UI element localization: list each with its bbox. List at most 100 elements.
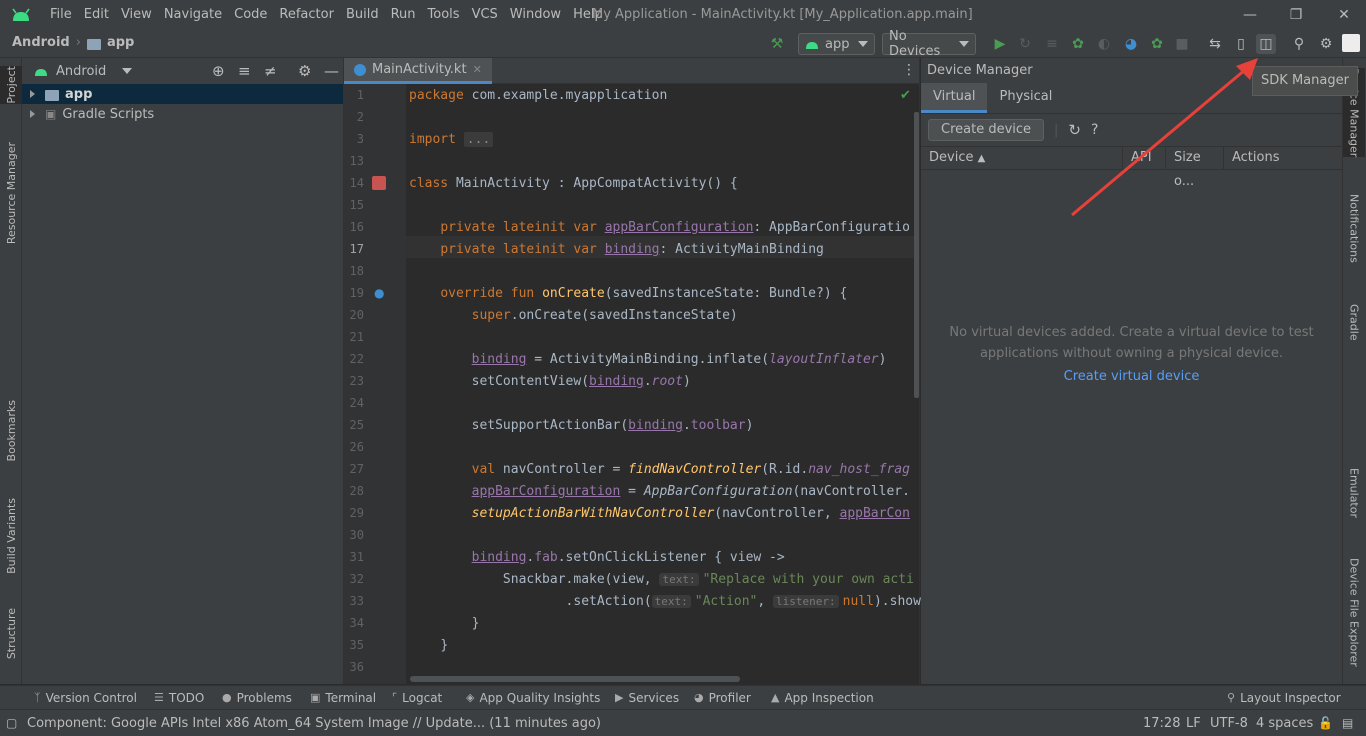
- menu-run[interactable]: Run: [385, 0, 422, 30]
- project-view-select[interactable]: Android: [56, 64, 106, 79]
- tool-terminal[interactable]: ▣ Terminal: [310, 686, 376, 710]
- code-line-1[interactable]: package com.example.myapplication: [409, 88, 667, 103]
- code-line-20[interactable]: super.onCreate(savedInstanceState): [409, 308, 738, 323]
- code-line-32[interactable]: Snackbar.make(view, text: "Replace with y…: [409, 572, 914, 587]
- file-encoding[interactable]: UTF-8: [1210, 710, 1248, 736]
- code-line-33[interactable]: .setAction(text: "Action", listener: null)…: [409, 594, 929, 609]
- tab-emulator[interactable]: Emulator: [1343, 468, 1365, 518]
- menu-refactor[interactable]: Refactor: [273, 0, 340, 30]
- toolbar-separator: |: [1054, 122, 1059, 138]
- gear-icon[interactable]: ⚙: [298, 62, 311, 80]
- tool-problems[interactable]: ● Problems: [222, 686, 292, 710]
- collapse-all-icon[interactable]: ≠: [264, 62, 277, 80]
- menu-window[interactable]: Window: [504, 0, 567, 30]
- menu-build[interactable]: Build: [340, 0, 385, 30]
- gear-icon[interactable]: ⚙: [1316, 34, 1336, 54]
- code-line-19[interactable]: override fun onCreate(savedInstanceState…: [409, 286, 847, 301]
- tool-version-control[interactable]: ᛉ Version Control: [34, 686, 137, 710]
- avatar[interactable]: [1342, 34, 1360, 52]
- tab-device-file-explorer[interactable]: Device File Explorer: [1343, 558, 1365, 667]
- line-number: 20: [349, 308, 364, 322]
- code-line-3[interactable]: import ...: [409, 132, 494, 147]
- menu-tools[interactable]: Tools: [422, 0, 466, 30]
- caret-position[interactable]: 17:28: [1143, 710, 1180, 736]
- more-icon[interactable]: ⋮: [902, 62, 916, 78]
- indent-setting[interactable]: 4 spaces: [1256, 710, 1313, 736]
- line-number: 3: [356, 132, 364, 146]
- create-device-button[interactable]: Create device: [928, 119, 1045, 141]
- menu-code[interactable]: Code: [228, 0, 273, 30]
- code-line-35[interactable]: }: [409, 638, 448, 653]
- menu-edit[interactable]: Edit: [78, 0, 115, 30]
- tab-gradle[interactable]: Gradle: [1343, 304, 1365, 341]
- tab-project[interactable]: Project: [0, 66, 22, 104]
- code-line-25[interactable]: setSupportActionBar(binding.toolbar): [409, 418, 754, 433]
- tab-mainactivity[interactable]: MainActivity.kt ✕: [344, 58, 492, 84]
- tab-bookmarks[interactable]: Bookmarks: [0, 400, 22, 461]
- code-line-29[interactable]: setupActionBarWithNavController(navContr…: [409, 506, 910, 521]
- code-line-22[interactable]: binding = ActivityMainBinding.inflate(la…: [409, 352, 887, 367]
- tool-todo[interactable]: ☰ TODO: [154, 686, 204, 710]
- tree-item-app[interactable]: app: [22, 84, 343, 104]
- terminal-icon: ▣: [310, 691, 321, 704]
- line-number: 36: [349, 660, 364, 674]
- device-select[interactable]: No Devices: [882, 29, 976, 59]
- code-line-23[interactable]: setContentView(binding.root): [409, 374, 691, 389]
- locate-icon[interactable]: ⊕: [212, 62, 225, 80]
- vertical-scrollbar[interactable]: [914, 112, 919, 398]
- chevron-down-icon[interactable]: [122, 68, 133, 74]
- tab-build-variants[interactable]: Build Variants: [0, 498, 22, 574]
- minimize-icon[interactable]: —: [1240, 6, 1260, 24]
- apply-code-changes-icon[interactable]: ≡: [1042, 34, 1062, 54]
- tree-item-gradle-scripts[interactable]: ▣ Gradle Scripts: [22, 104, 343, 124]
- expand-all-icon[interactable]: ≡: [238, 62, 251, 80]
- tool-logcat[interactable]: ⌜ Logcat: [392, 686, 442, 710]
- hide-icon[interactable]: —: [324, 62, 339, 80]
- line-number: 1: [356, 88, 364, 102]
- tab-physical[interactable]: Physical: [987, 83, 1064, 113]
- memory-indicator-icon[interactable]: ▤: [1342, 710, 1353, 736]
- tool-app-inspection[interactable]: ▲ App Inspection: [771, 686, 874, 710]
- hammer-icon[interactable]: ⚒: [767, 34, 787, 54]
- code-editor: MainActivity.kt ✕ ⋮ 1 2 3 13 14 15 16 17…: [344, 58, 929, 684]
- create-virtual-device-link[interactable]: Create virtual device: [921, 366, 1342, 387]
- chevron-right-icon[interactable]: [30, 90, 35, 98]
- code-line-34[interactable]: }: [409, 616, 480, 631]
- search-icon[interactable]: ⚲: [1289, 34, 1309, 54]
- menu-vcs[interactable]: VCS: [466, 0, 504, 30]
- menu-file[interactable]: File: [44, 0, 78, 30]
- status-toggle-icon[interactable]: ▢: [6, 710, 17, 736]
- tool-services[interactable]: ▶ Services: [615, 686, 679, 710]
- run-icon[interactable]: ▶: [990, 34, 1010, 54]
- no-problems-check-icon[interactable]: ✔: [900, 88, 911, 103]
- code-line-27[interactable]: val navController = findNavController(R.…: [409, 462, 910, 477]
- lock-icon[interactable]: 🔓: [1318, 710, 1333, 736]
- run-config-select[interactable]: app: [798, 33, 875, 55]
- tab-notifications[interactable]: Notifications: [1343, 194, 1365, 263]
- close-icon[interactable]: ✕: [1334, 6, 1354, 24]
- tab-resource-manager[interactable]: Resource Manager: [0, 142, 22, 244]
- tab-structure[interactable]: Structure: [0, 608, 22, 659]
- tool-layout-inspector[interactable]: ⚲ Layout Inspector: [1227, 686, 1341, 710]
- tool-app-quality-insights[interactable]: ◈ App Quality Insights: [466, 686, 600, 710]
- status-message[interactable]: Component: Google APIs Intel x86 Atom_64…: [27, 710, 601, 736]
- code-line-17[interactable]: private lateinit var binding: ActivityMa…: [409, 242, 824, 257]
- chevron-right-icon[interactable]: [30, 110, 35, 118]
- close-tab-icon[interactable]: ✕: [473, 63, 482, 76]
- breadcrumb-project[interactable]: Android: [12, 30, 70, 56]
- code-line-16[interactable]: private lateinit var appBarConfiguration…: [409, 220, 910, 235]
- code-line-31[interactable]: binding.fab.setOnClickListener { view ->: [409, 550, 785, 565]
- tool-profiler[interactable]: ◕ Profiler: [694, 686, 751, 710]
- menu-navigate[interactable]: Navigate: [158, 0, 228, 30]
- code-line-28[interactable]: appBarConfiguration = AppBarConfiguratio…: [409, 484, 910, 499]
- restore-icon[interactable]: ❐: [1286, 6, 1306, 24]
- menu-view[interactable]: View: [115, 0, 158, 30]
- horizontal-scrollbar[interactable]: [410, 676, 740, 682]
- tab-virtual[interactable]: Virtual: [921, 83, 988, 113]
- code-line-14[interactable]: class MainActivity : AppCompatActivity()…: [409, 176, 738, 191]
- run-class-icon[interactable]: [372, 176, 386, 190]
- override-icon[interactable]: ●: [374, 286, 384, 300]
- line-separator[interactable]: LF: [1186, 710, 1201, 736]
- apply-changes-icon[interactable]: ↻: [1015, 34, 1035, 54]
- breadcrumb-module[interactable]: app: [107, 30, 134, 56]
